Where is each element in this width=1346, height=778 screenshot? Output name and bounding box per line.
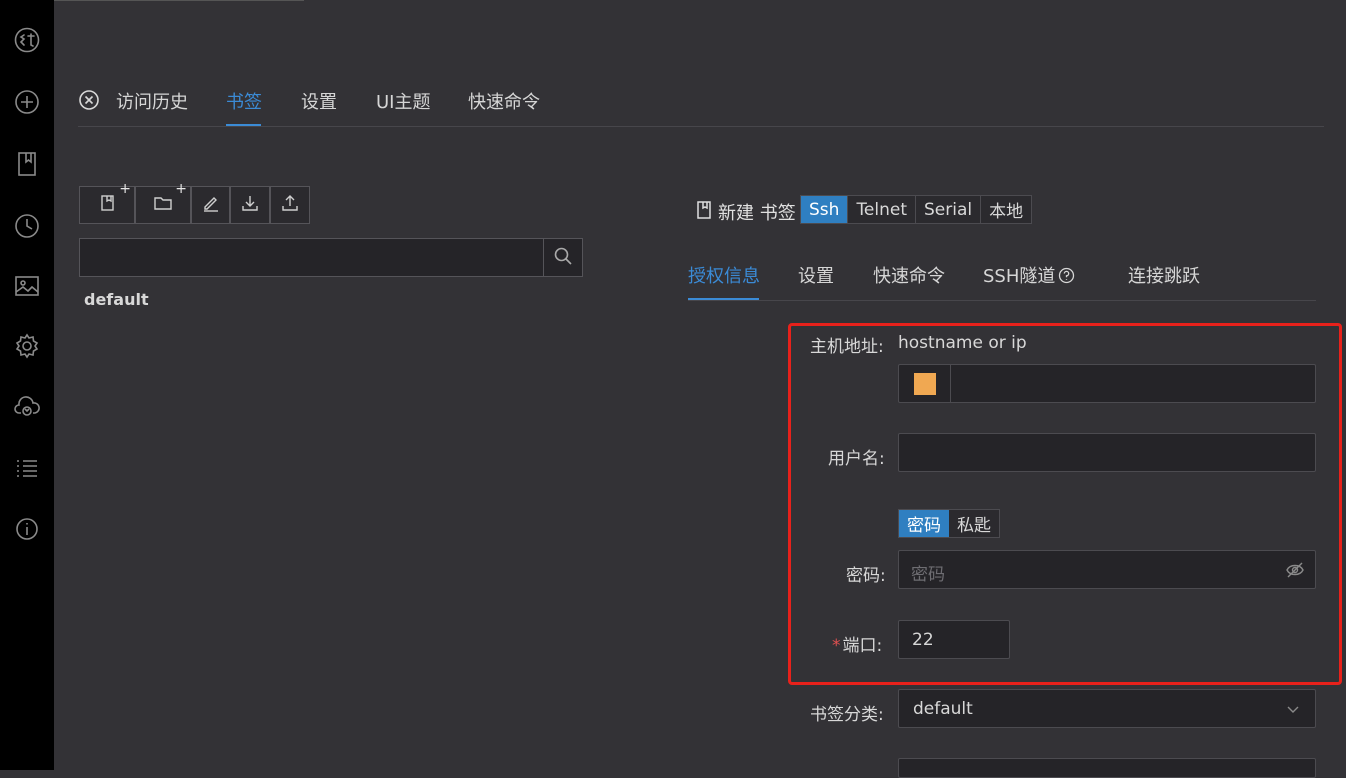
import-button[interactable] <box>230 186 270 224</box>
ssh-tunnel-label: SSH隧道 <box>983 266 1056 287</box>
protocol-serial[interactable]: Serial <box>916 196 982 223</box>
port-label-text: 端口: <box>842 636 883 656</box>
category-value: default <box>913 699 973 719</box>
edit-icon <box>201 193 221 217</box>
sidebar <box>0 0 54 770</box>
tab-divider <box>78 126 1324 127</box>
auth-password[interactable]: 密码 <box>899 510 949 537</box>
new-bookmark-icon <box>97 193 117 217</box>
list-icon[interactable] <box>12 453 42 483</box>
tab-ssh-tunnel[interactable]: SSH隧道 <box>983 262 1075 288</box>
protocol-selector: Ssh Telnet Serial 本地 <box>800 195 1033 224</box>
password-label: 密码: <box>846 566 886 586</box>
next-field-input[interactable] <box>898 758 1316 778</box>
auth-private-key[interactable]: 私匙 <box>949 510 999 537</box>
plus-badge: + <box>175 181 187 197</box>
new-folder-icon <box>153 193 173 217</box>
tab-jump-host[interactable]: 连接跳跃 <box>1128 262 1200 288</box>
chevron-down-icon <box>1285 701 1301 717</box>
tab-quick-commands[interactable]: 快速命令 <box>468 88 540 114</box>
color-swatch <box>913 372 936 395</box>
info-icon[interactable] <box>12 514 42 544</box>
username-label: 用户名: <box>828 449 885 469</box>
category-label: 书签分类: <box>810 705 884 725</box>
logo-icon <box>12 25 42 55</box>
export-button[interactable] <box>270 186 310 224</box>
port-value: 22 <box>912 630 934 650</box>
close-icon[interactable] <box>78 89 100 111</box>
tab-form-settings[interactable]: 设置 <box>798 262 834 288</box>
tree-item-default[interactable]: default <box>84 290 149 309</box>
password-input[interactable]: 密码 <box>898 550 1316 589</box>
clock-icon[interactable] <box>12 211 42 241</box>
cloud-sync-icon[interactable] <box>12 392 42 422</box>
host-hint: hostname or ip <box>898 333 1027 353</box>
plus-badge: + <box>119 181 131 197</box>
required-mark: * <box>832 636 841 656</box>
category-select[interactable]: default <box>898 689 1316 728</box>
plus-circle-icon[interactable] <box>12 87 42 117</box>
port-input[interactable]: 22 <box>898 620 1010 659</box>
tab-auth-info[interactable]: 授权信息 <box>688 262 760 288</box>
host-input[interactable] <box>898 364 1316 403</box>
upload-icon <box>280 193 300 217</box>
tab-history[interactable]: 访问历史 <box>116 88 188 114</box>
help-icon[interactable] <box>1058 267 1075 284</box>
edit-button[interactable] <box>191 186 230 224</box>
form-title: 新建 书签 <box>718 203 796 224</box>
auth-type-selector: 密码 私匙 <box>898 509 1000 538</box>
color-picker[interactable] <box>899 365 951 402</box>
tab-ui-theme[interactable]: UI主题 <box>376 88 430 114</box>
tab-form-quick-commands[interactable]: 快速命令 <box>873 262 945 288</box>
tab-settings[interactable]: 设置 <box>301 88 337 114</box>
host-label: 主机地址: <box>810 337 884 357</box>
search-button[interactable] <box>543 239 582 276</box>
protocol-telnet[interactable]: Telnet <box>848 196 917 223</box>
new-folder-button[interactable]: + <box>135 181 191 224</box>
bookmark-icon[interactable] <box>12 149 42 179</box>
protocol-ssh[interactable]: Ssh <box>801 196 849 223</box>
subtab-divider <box>688 300 1316 301</box>
main-area: 访问历史 书签 设置 UI主题 快速命令 + + default 新建 书签 S… <box>54 0 1346 778</box>
new-bookmark-button[interactable]: + <box>79 181 135 224</box>
image-icon[interactable] <box>12 271 42 301</box>
password-placeholder: 密码 <box>911 565 945 585</box>
eye-off-icon[interactable] <box>1285 560 1305 580</box>
search-icon <box>553 246 573 270</box>
bookmark-icon <box>696 200 712 220</box>
bookmark-search[interactable] <box>79 238 583 277</box>
protocol-local[interactable]: 本地 <box>981 196 1032 223</box>
download-icon <box>240 193 260 217</box>
username-input[interactable] <box>898 433 1316 472</box>
window-top-line <box>54 0 304 1</box>
gear-icon[interactable] <box>12 331 42 361</box>
port-label: * 端口: <box>832 631 882 656</box>
tab-bookmarks[interactable]: 书签 <box>226 88 262 114</box>
